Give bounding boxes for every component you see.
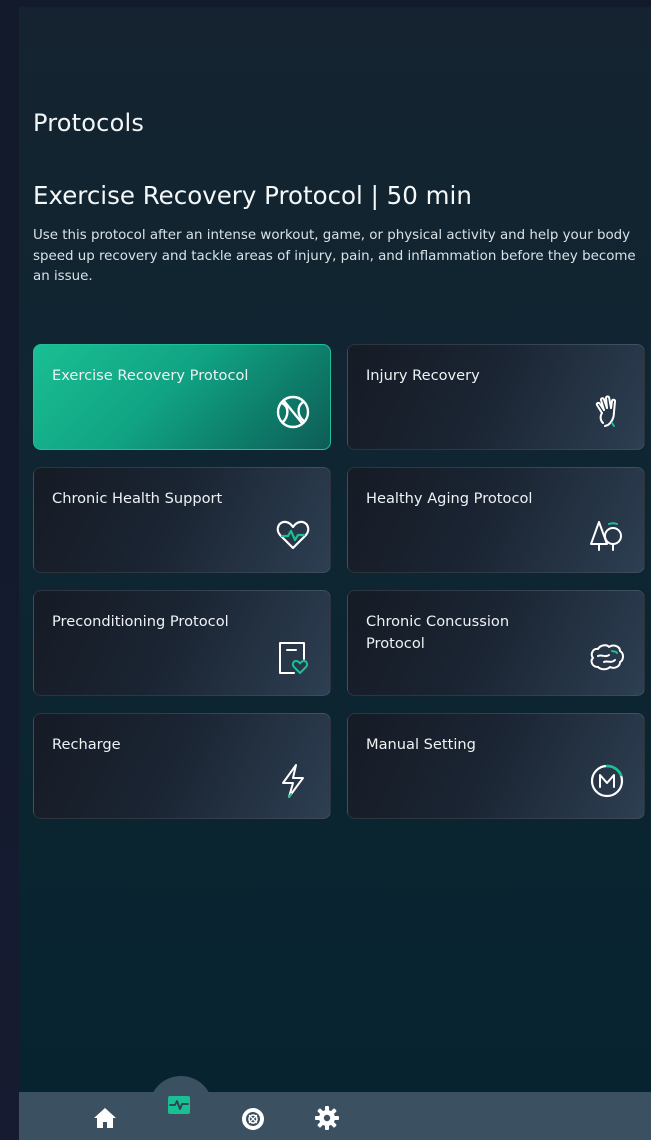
protocol-card-manual-setting[interactable]: Manual Setting [347,713,645,819]
home-icon [93,1107,117,1129]
nav-home[interactable] [90,1103,120,1133]
protocol-card-label: Manual Setting [366,736,476,753]
selected-protocol-title: Exercise Recovery Protocol | 50 min [33,181,472,210]
manual-m-icon [588,762,626,800]
page-title: Protocols [33,109,145,137]
sports-ball-icon [274,393,312,431]
gear-icon [314,1105,340,1131]
protocol-card-label: Recharge [52,736,121,753]
protocol-card-healthy-aging[interactable]: Healthy Aging Protocol [347,467,645,573]
left-edge [0,0,19,1140]
hand-icon [588,393,626,431]
device-icon [240,1106,266,1132]
top-edge [19,0,651,7]
protocol-card-label: Exercise Recovery Protocol [52,367,249,384]
nav-device[interactable] [238,1104,268,1134]
clipboard-heart-icon [274,639,312,677]
nav-settings[interactable] [312,1103,342,1133]
protocol-card-label: Chronic Health Support [52,490,223,507]
protocol-card-label: Injury Recovery [366,367,480,384]
protocol-card-label: Preconditioning Protocol [52,613,229,630]
protocol-card-label: Chronic Concussion Protocol [366,613,510,652]
trees-icon [588,516,626,554]
protocol-card-exercise-recovery[interactable]: Exercise Recovery Protocol [33,344,331,450]
brain-icon [588,639,626,677]
app-screen: Protocols Exercise Recovery Protocol | 5… [19,7,651,1140]
pulse-monitor-icon [167,1095,191,1115]
protocol-card-chronic-health[interactable]: Chronic Health Support [33,467,331,573]
nav-protocols[interactable] [164,1090,194,1120]
protocol-card-label: Healthy Aging Protocol [366,490,533,507]
heart-pulse-icon [274,516,312,554]
protocol-card-chronic-concussion[interactable]: Chronic Concussion Protocol [347,590,645,696]
protocol-card-recharge[interactable]: Recharge [33,713,331,819]
protocol-card-preconditioning[interactable]: Preconditioning Protocol [33,590,331,696]
protocol-card-injury-recovery[interactable]: Injury Recovery [347,344,645,450]
lightning-icon [274,762,312,800]
selected-protocol-description: Use this protocol after an intense worko… [33,228,636,284]
